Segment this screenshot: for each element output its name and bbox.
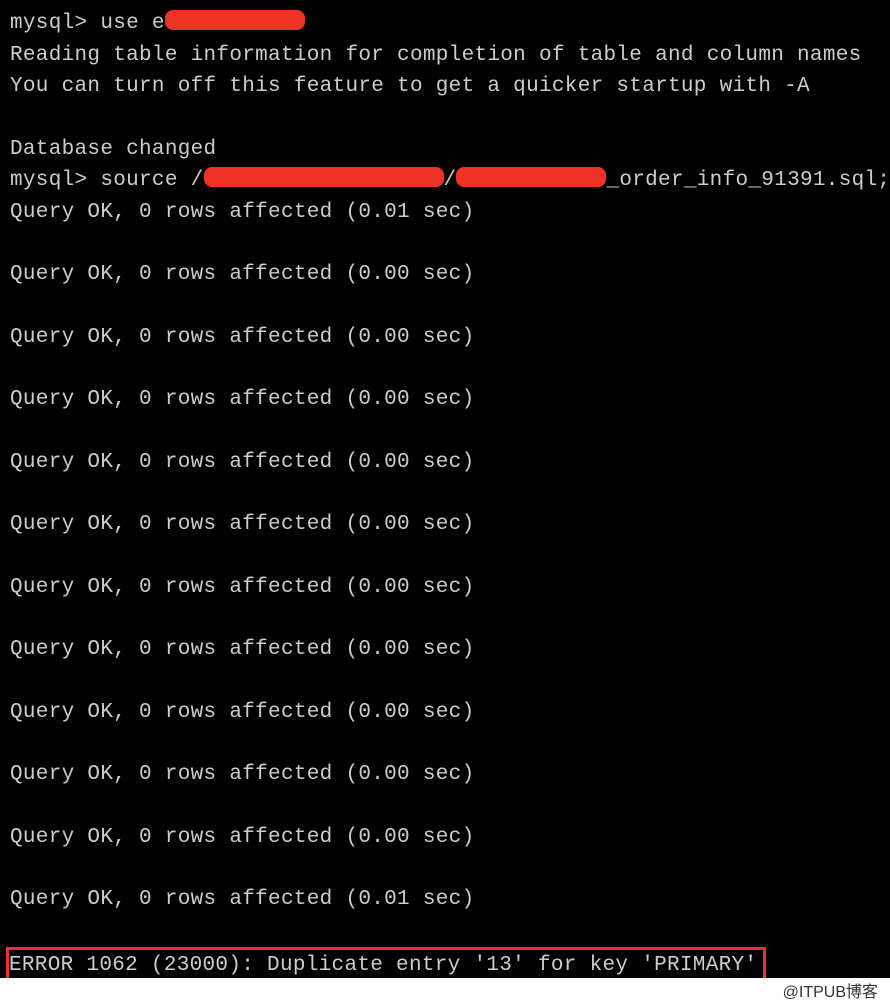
blank-line [10, 353, 880, 384]
mysql-prompt: mysql> [10, 12, 87, 35]
cmd-source-line: mysql> source //_order_info_91391.sql; [10, 165, 880, 197]
cmd-use-text: use e [87, 12, 164, 35]
blank-line [10, 478, 880, 509]
query-result-line: Query OK, 0 rows affected (0.00 sec) [10, 322, 880, 354]
redaction-mark [165, 10, 305, 30]
cmd-use-line: mysql> use e [10, 8, 880, 40]
info-line-1: Reading table information for completion… [10, 40, 880, 72]
blank-line [10, 916, 880, 947]
blank-line [10, 103, 880, 134]
error-highlight-box: ERROR 1062 (23000): Duplicate entry '13'… [6, 947, 766, 979]
blank-line [10, 853, 880, 884]
watermark-text: @ITPUB博客 [783, 978, 878, 1002]
blank-line [10, 603, 880, 634]
blank-line [10, 541, 880, 572]
mysql-terminal[interactable]: mysql> use e Reading table information f… [0, 0, 890, 978]
cmd-source-suffix: _order_info_91391.sql; [606, 169, 890, 192]
query-result-line: Query OK, 0 rows affected (0.00 sec) [10, 384, 880, 416]
error-text: ERROR 1062 (23000): Duplicate entry '13'… [9, 954, 757, 977]
query-result-line: Query OK, 0 rows affected (0.00 sec) [10, 447, 880, 479]
query-result-line: Query OK, 0 rows affected (0.00 sec) [10, 259, 880, 291]
query-result-line: Query OK, 0 rows affected (0.00 sec) [10, 572, 880, 604]
blank-line [10, 791, 880, 822]
blank-line [10, 416, 880, 447]
query-result-line: Query OK, 0 rows affected (0.00 sec) [10, 634, 880, 666]
cmd-source-mid: / [444, 169, 457, 192]
blank-line [10, 291, 880, 322]
blank-line [10, 666, 880, 697]
blank-line [10, 228, 880, 259]
error-line-container: ERROR 1062 (23000): Duplicate entry '13'… [10, 947, 880, 979]
blank-line [10, 728, 880, 759]
query-result-line: Query OK, 0 rows affected (0.00 sec) [10, 759, 880, 791]
query-result-line: Query OK, 0 rows affected (0.01 sec) [10, 197, 880, 229]
db-changed-line: Database changed [10, 134, 880, 166]
query-result-line: Query OK, 0 rows affected (0.00 sec) [10, 697, 880, 729]
query-result-line: Query OK, 0 rows affected (0.01 sec) [10, 884, 880, 916]
redaction-mark [204, 167, 444, 187]
redaction-mark [456, 167, 606, 187]
query-result-line: Query OK, 0 rows affected (0.00 sec) [10, 509, 880, 541]
query-result-line: Query OK, 0 rows affected (0.00 sec) [10, 822, 880, 854]
mysql-prompt: mysql> [10, 169, 87, 192]
info-line-2: You can turn off this feature to get a q… [10, 71, 880, 103]
cmd-source-prefix: source / [87, 169, 203, 192]
